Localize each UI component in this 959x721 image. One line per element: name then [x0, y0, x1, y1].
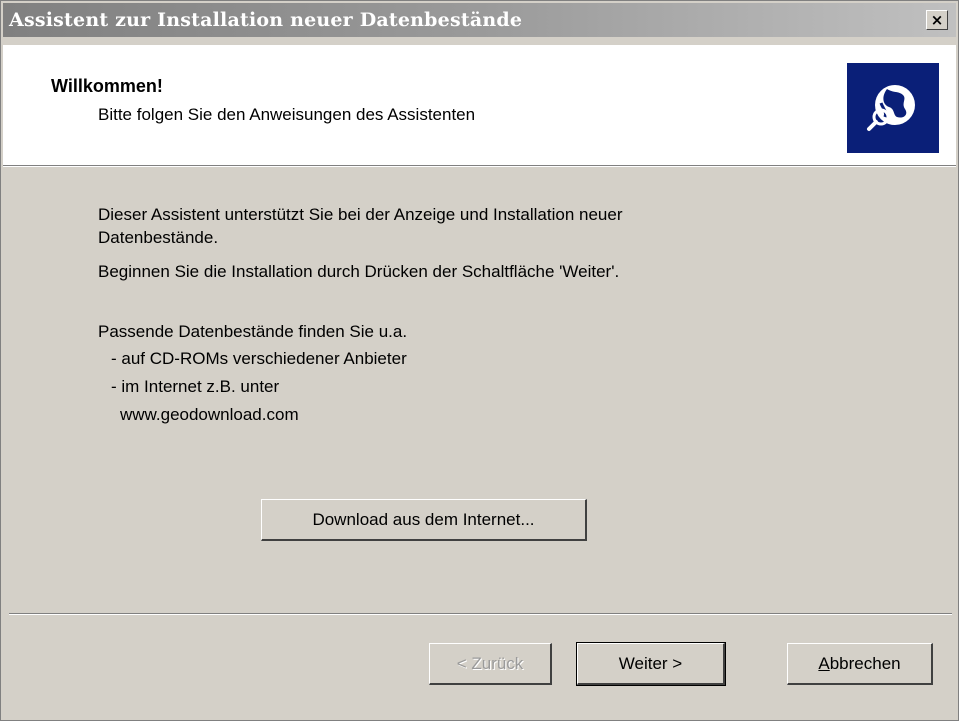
- cancel-button[interactable]: Abbrechen: [787, 643, 933, 685]
- close-icon: ×: [930, 10, 944, 29]
- back-button-label: < Zurück: [456, 653, 524, 673]
- page-subtitle: Bitte folgen Sie den Anweisungen des Ass…: [98, 105, 476, 124]
- wizard-header: Willkommen! Bitte folgen Sie den Anweisu…: [3, 45, 956, 166]
- intro-text-line1: Dieser Assistent unterstützt Sie bei der…: [98, 205, 623, 224]
- next-button-label: Weiter >: [618, 653, 683, 673]
- source-internet-text: - im Internet z.B. unter: [111, 377, 280, 396]
- title-bar[interactable]: Assistent zur Installation neuer Datenbe…: [3, 3, 956, 37]
- next-button[interactable]: Weiter >: [576, 642, 726, 686]
- globe-search-icon: [847, 63, 939, 153]
- close-button[interactable]: ×: [926, 10, 948, 30]
- sources-heading: Passende Datenbestände finden Sie u.a.: [98, 322, 408, 341]
- intro-text-line2: Datenbestände.: [98, 228, 219, 247]
- window-title: Assistent zur Installation neuer Datenbe…: [9, 9, 523, 31]
- footer-divider: [9, 613, 952, 615]
- wizard-dialog: Assistent zur Installation neuer Datenbe…: [0, 0, 959, 721]
- source-cd-text: - auf CD-ROMs verschiedener Anbieter: [111, 349, 407, 368]
- page-title: Willkommen!: [51, 76, 163, 96]
- instruction-text: Beginnen Sie die Installation durch Drüc…: [98, 262, 620, 281]
- download-from-internet-button[interactable]: Download aus dem Internet...: [261, 499, 587, 541]
- source-url-text: www.geodownload.com: [120, 405, 299, 424]
- back-button[interactable]: < Zurück: [429, 643, 552, 685]
- cancel-button-label: bbrechen: [829, 653, 901, 673]
- cancel-button-accelerator: A: [818, 653, 830, 673]
- download-button-label: Download aus dem Internet...: [312, 509, 535, 529]
- globe-search-icon-graphic: [867, 85, 915, 131]
